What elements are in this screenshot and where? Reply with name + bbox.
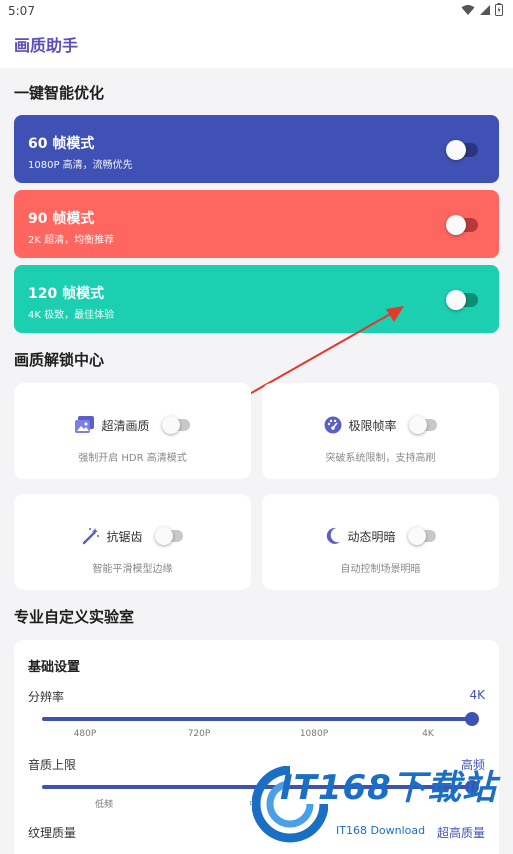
toggle-knob bbox=[446, 215, 466, 235]
resolution-label: 分辨率 bbox=[28, 690, 65, 704]
unlock-label: 动态明暗 bbox=[347, 529, 396, 544]
mode-title: 60 帧模式 bbox=[28, 136, 95, 152]
speed-gauge-icon bbox=[324, 416, 342, 434]
mode-subtitle: 1080P 高清，流畅优先 bbox=[28, 160, 133, 171]
unlock-toggle-fps[interactable] bbox=[408, 416, 437, 434]
status-time: 5:07 bbox=[8, 4, 35, 18]
unlock-toggle-hdr[interactable] bbox=[161, 416, 190, 434]
unlock-label: 极限帧率 bbox=[348, 418, 397, 433]
resolution-tick: 720P bbox=[187, 729, 211, 739]
app-title: 画质助手 bbox=[14, 36, 79, 55]
unlock-label: 抗锯齿 bbox=[106, 529, 143, 544]
toggle-knob bbox=[446, 290, 466, 310]
resolution-tick: 1080P bbox=[299, 729, 329, 739]
mode-title: 90 帧模式 bbox=[28, 211, 95, 227]
unlock-label: 超清画质 bbox=[101, 418, 150, 433]
wifi-icon bbox=[461, 4, 475, 15]
texture-label: 纹理质量 bbox=[28, 826, 77, 840]
watermark: IT168下载站 IT168 Download bbox=[252, 760, 513, 854]
mode-subtitle: 4K 极致，最佳体验 bbox=[28, 310, 115, 321]
mode-toggle-60fps[interactable] bbox=[446, 140, 478, 160]
unlock-desc: 自动控制场景明暗 bbox=[340, 564, 421, 575]
basic-settings-title: 基础设置 bbox=[28, 660, 81, 675]
moon-icon bbox=[327, 527, 341, 544]
unlock-toggle-antialias[interactable] bbox=[154, 527, 183, 545]
toggle-knob bbox=[408, 416, 427, 434]
toggle-knob bbox=[407, 527, 426, 545]
toggle-knob bbox=[446, 140, 466, 160]
unlock-desc: 强制开启 HDR 高清模式 bbox=[78, 453, 187, 464]
signal-icon bbox=[480, 4, 490, 15]
audio-label: 音质上限 bbox=[28, 758, 77, 772]
watermark-brand: IT168下载站 bbox=[280, 768, 497, 808]
mode-toggle-90fps[interactable] bbox=[446, 215, 478, 235]
magic-wand-icon bbox=[83, 528, 100, 545]
section-title-unlock: 画质解锁中心 bbox=[14, 351, 105, 369]
resolution-slider-track[interactable] bbox=[42, 717, 472, 721]
unlock-card-dynamic-light[interactable]: 动态明暗 自动控制场景明暗 bbox=[262, 494, 499, 590]
photo-icon bbox=[75, 416, 95, 433]
resolution-tick: 480P bbox=[73, 729, 97, 739]
mode-card-60fps[interactable]: 60 帧模式 1080P 高清，流畅优先 bbox=[14, 115, 499, 183]
unlock-row: 超清画质 bbox=[14, 413, 251, 437]
unlock-card-fps[interactable]: 极限帧率 突破系统限制，支持高刷 bbox=[262, 383, 499, 479]
resolution-slider-thumb[interactable] bbox=[465, 712, 479, 726]
unlock-desc: 突破系统限制，支持高刷 bbox=[325, 453, 436, 464]
section-title-lab: 专业自定义实验室 bbox=[14, 608, 135, 626]
mode-toggle-120fps[interactable] bbox=[446, 290, 478, 310]
unlock-row: 极限帧率 bbox=[262, 413, 499, 437]
mode-subtitle: 2K 超清，均衡推荐 bbox=[28, 235, 115, 246]
battery-icon bbox=[495, 3, 503, 16]
unlock-desc: 智能平滑模型边缘 bbox=[92, 564, 173, 575]
toggle-knob bbox=[161, 416, 180, 434]
mode-card-90fps[interactable]: 90 帧模式 2K 超清，均衡推荐 bbox=[14, 190, 499, 258]
status-icons bbox=[461, 3, 503, 16]
mode-title: 120 帧模式 bbox=[28, 286, 105, 302]
app-bar: 画质助手 bbox=[0, 22, 513, 68]
status-bar: 5:07 bbox=[0, 0, 513, 22]
toggle-knob bbox=[154, 527, 173, 545]
resolution-value: 4K bbox=[469, 688, 485, 702]
unlock-row: 抗锯齿 bbox=[14, 524, 251, 548]
audio-tick: 低频 bbox=[94, 800, 114, 810]
resolution-tick: 4K bbox=[422, 729, 434, 739]
unlock-card-antialias[interactable]: 抗锯齿 智能平滑模型边缘 bbox=[14, 494, 251, 590]
unlock-row: 动态明暗 bbox=[262, 524, 499, 548]
watermark-sub: IT168 Download bbox=[336, 824, 426, 837]
unlock-toggle-dynamic-light[interactable] bbox=[407, 527, 436, 545]
unlock-card-hdr[interactable]: 超清画质 强制开启 HDR 高清模式 bbox=[14, 383, 251, 479]
section-title-smart: 一键智能优化 bbox=[14, 84, 105, 102]
